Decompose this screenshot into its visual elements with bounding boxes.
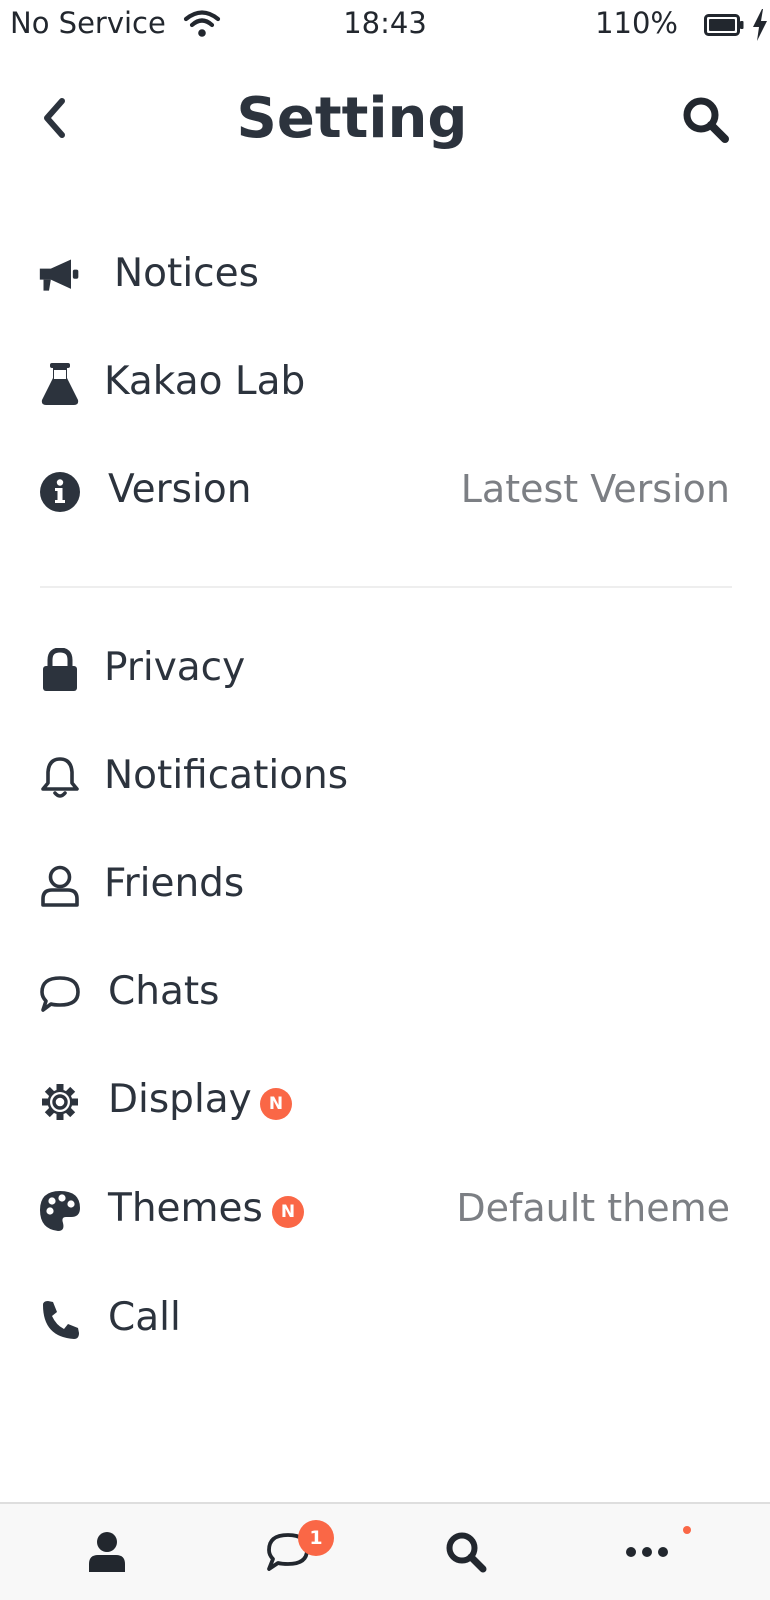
settings-item-version[interactable]: Version Latest Version [0, 438, 770, 546]
settings-item-label: Friends [104, 861, 245, 906]
tab-search[interactable] [436, 1522, 496, 1582]
settings-item-label: Privacy [104, 645, 246, 690]
gear-icon [38, 1080, 82, 1124]
settings-item-privacy[interactable]: Privacy [0, 616, 770, 724]
chat-bubble-icon [38, 972, 82, 1016]
tab-more[interactable] [617, 1522, 677, 1582]
search-icon [683, 97, 729, 143]
more-dots-icon [626, 1547, 668, 1557]
charging-bolt-icon [752, 9, 768, 45]
page-title: Setting [236, 86, 468, 151]
bell-icon [38, 756, 82, 800]
unread-count-badge: 1 [298, 1520, 334, 1556]
settings-item-kakao-lab[interactable]: Kakao Lab [0, 330, 770, 438]
settings-item-label: Themes [108, 1186, 263, 1231]
bottom-tab-bar: 1 [0, 1502, 770, 1600]
settings-item-display[interactable]: Display N [0, 1048, 770, 1156]
tab-friends[interactable] [77, 1522, 137, 1582]
status-bar: No Service 18:43 110% [0, 0, 770, 52]
more-notification-dot [683, 1526, 691, 1534]
settings-item-chats[interactable]: Chats [0, 940, 770, 1048]
settings-item-label: Display [108, 1077, 252, 1122]
section-divider [40, 586, 732, 588]
settings-item-friends[interactable]: Friends [0, 832, 770, 940]
lock-icon [38, 648, 82, 692]
version-value: Latest Version [460, 467, 730, 511]
search-icon [446, 1532, 487, 1573]
settings-item-label: Notices [114, 251, 259, 296]
megaphone-icon [38, 254, 82, 298]
settings-item-label: Version [108, 467, 252, 512]
settings-item-label: Kakao Lab [104, 359, 306, 404]
palette-icon [38, 1189, 82, 1233]
settings-item-label: Notifications [104, 753, 349, 798]
new-badge: N [272, 1196, 304, 1228]
settings-item-themes[interactable]: Themes N Default theme [0, 1157, 770, 1265]
theme-value: Default theme [456, 1186, 730, 1230]
navigation-bar: Setting [0, 70, 770, 170]
info-icon [38, 470, 82, 514]
person-icon [38, 864, 82, 908]
battery-icon [704, 14, 746, 40]
battery-percentage: 110% [595, 6, 678, 40]
settings-item-call[interactable]: Call [0, 1266, 770, 1374]
person-icon [89, 1532, 125, 1572]
settings-item-label: Chats [108, 969, 220, 1014]
search-button[interactable] [676, 90, 736, 150]
settings-item-notices[interactable]: Notices [0, 222, 770, 330]
flask-icon [38, 362, 82, 406]
new-badge: N [260, 1088, 292, 1120]
settings-item-notifications[interactable]: Notifications [0, 724, 770, 832]
settings-item-label: Call [108, 1295, 181, 1340]
phone-icon [38, 1298, 82, 1342]
